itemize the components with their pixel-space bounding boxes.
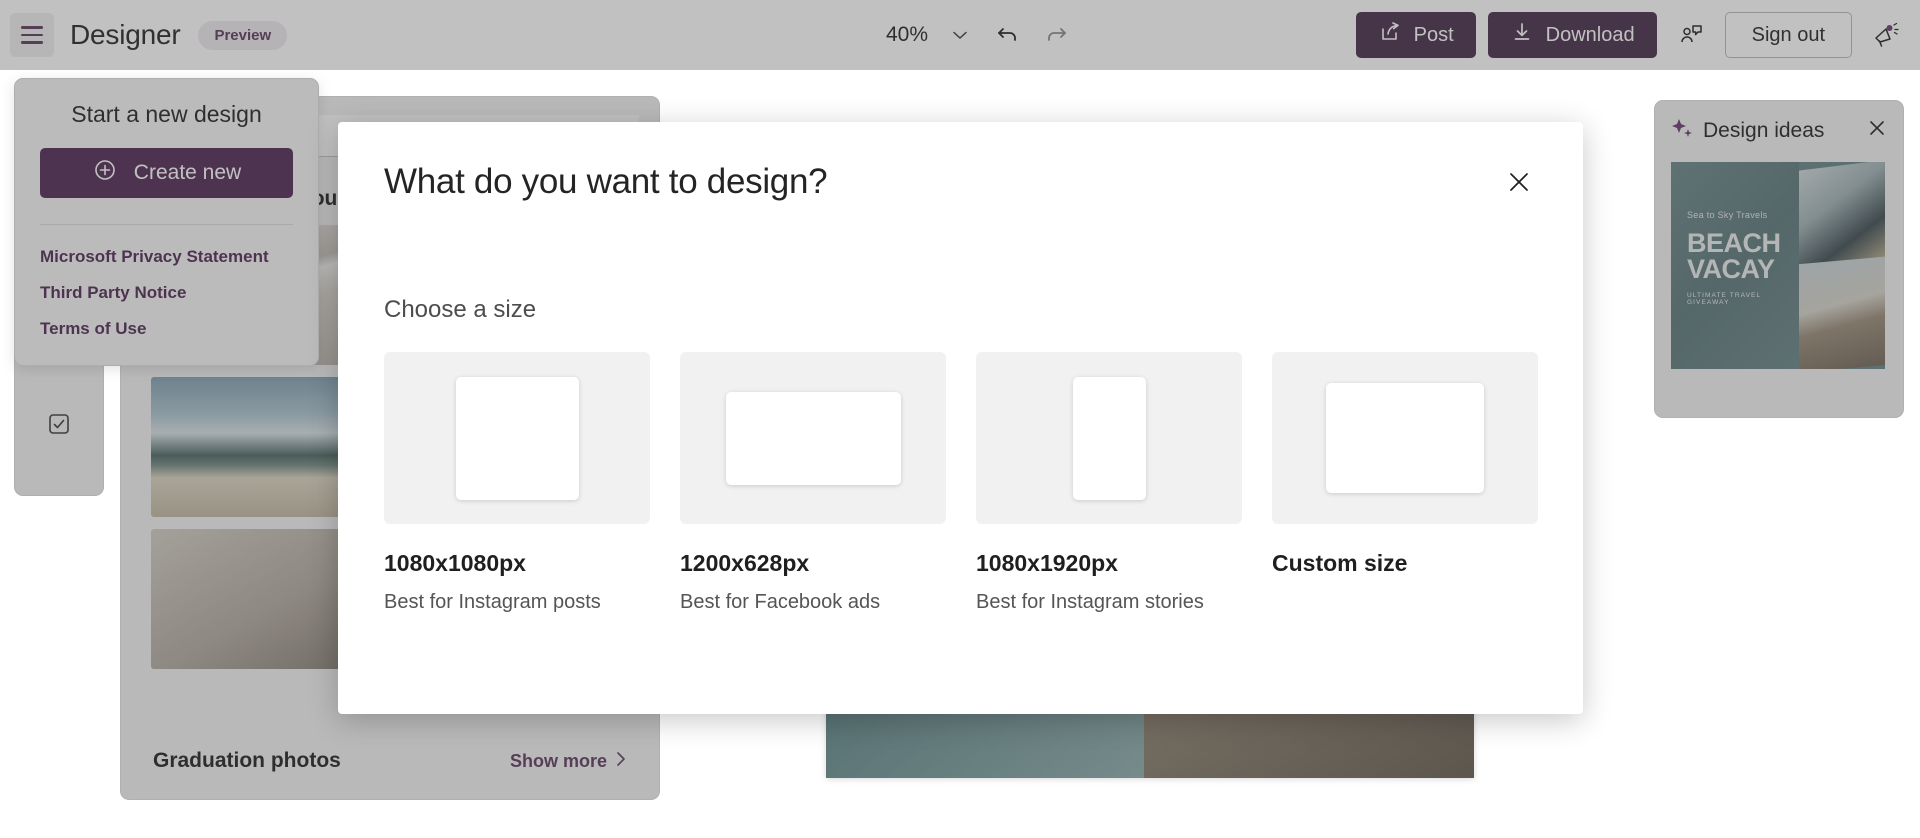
chevron-down-icon[interactable] <box>938 13 982 57</box>
size-card-description <box>1272 591 1538 615</box>
download-button[interactable]: Download <box>1488 12 1657 58</box>
terms-of-use-link[interactable]: Terms of Use <box>40 319 293 339</box>
show-more-link[interactable]: Show more <box>510 751 627 772</box>
size-card-description: Best for Instagram posts <box>384 591 650 615</box>
idea-text-block: Sea to Sky Travels BEACH VACAY ULTIMATE … <box>1671 162 1799 369</box>
hamburger-bar <box>21 26 43 28</box>
app-root: Designer Preview 40% <box>0 0 1920 838</box>
size-card-custom[interactable]: Custom size <box>1272 352 1538 615</box>
create-new-button[interactable]: Create new <box>40 148 293 198</box>
hamburger-bar <box>21 41 43 43</box>
size-preview-rect <box>1326 383 1484 493</box>
photo-tile[interactable] <box>151 377 341 517</box>
feedback-person-icon[interactable] <box>1669 13 1713 57</box>
idea-brand: Sea to Sky Travels <box>1687 210 1799 220</box>
undo-icon[interactable] <box>986 13 1030 57</box>
size-card-1080x1080[interactable]: 1080x1080px Best for Instagram posts <box>384 352 650 615</box>
download-button-label: Download <box>1546 24 1635 47</box>
idea-subtitle: ULTIMATE TRAVEL GIVEAWAY <box>1687 292 1799 306</box>
create-new-label: Create new <box>134 161 241 185</box>
megaphone-icon[interactable] <box>1864 13 1908 57</box>
size-options-grid: 1080x1080px Best for Instagram posts 120… <box>384 352 1537 615</box>
flyout-divider <box>40 224 293 225</box>
third-party-notice-link[interactable]: Third Party Notice <box>40 283 293 303</box>
size-card-1200x628[interactable]: 1200x628px Best for Facebook ads <box>680 352 946 615</box>
size-preview-rect <box>1073 377 1146 500</box>
size-card-description: Best for Instagram stories <box>976 591 1242 615</box>
design-ideas-header: Design ideas <box>1671 117 1887 144</box>
design-ideas-panel: Design ideas Sea to Sky Travels BEACH VA… <box>1654 100 1904 418</box>
hamburger-icon[interactable] <box>10 13 54 57</box>
flyout-title: Start a new design <box>40 101 293 128</box>
design-ideas-title: Design ideas <box>1703 119 1857 143</box>
zoom-level-value[interactable]: 40% <box>880 19 934 51</box>
size-thumbnail <box>680 352 946 524</box>
choose-a-size-label: Choose a size <box>384 296 1537 324</box>
size-thumbnail <box>384 352 650 524</box>
size-preview-rect <box>456 377 579 500</box>
app-title: Designer <box>70 19 180 51</box>
size-thumbnail <box>976 352 1242 524</box>
close-icon[interactable] <box>1497 160 1541 204</box>
sparkle-icon <box>1671 117 1693 144</box>
idea-headline-line1: BEACH <box>1687 230 1799 256</box>
close-icon[interactable] <box>1867 118 1887 143</box>
plus-circle-icon <box>92 157 118 189</box>
size-card-name: 1080x1920px <box>976 550 1242 577</box>
photo-tile[interactable] <box>151 529 341 669</box>
checkbox-check-icon[interactable] <box>42 407 76 441</box>
preview-badge[interactable]: Preview <box>198 21 287 50</box>
design-idea-thumbnail[interactable]: Sea to Sky Travels BEACH VACAY ULTIMATE … <box>1671 162 1885 369</box>
sign-out-button[interactable]: Sign out <box>1725 12 1852 58</box>
size-preview-rect <box>726 392 901 485</box>
download-icon <box>1510 20 1534 50</box>
size-card-description: Best for Facebook ads <box>680 591 946 615</box>
post-button-label: Post <box>1414 24 1454 47</box>
size-card-name: 1200x628px <box>680 550 946 577</box>
choose-design-modal: What do you want to design? Choose a siz… <box>338 122 1583 714</box>
show-more-label: Show more <box>510 751 607 772</box>
start-new-design-flyout: Start a new design Create new Microsoft … <box>14 78 319 366</box>
redo-icon[interactable] <box>1034 13 1078 57</box>
privacy-statement-link[interactable]: Microsoft Privacy Statement <box>40 247 293 267</box>
size-card-name: Custom size <box>1272 550 1538 577</box>
idea-headline: BEACH VACAY <box>1687 230 1799 283</box>
idea-headline-line2: VACAY <box>1687 256 1799 282</box>
post-button[interactable]: Post <box>1356 12 1476 58</box>
top-bar-actions: Post Download <box>1356 12 1908 58</box>
modal-title: What do you want to design? <box>384 162 1537 202</box>
share-icon <box>1378 20 1402 50</box>
chevron-right-icon <box>615 751 627 772</box>
hamburger-bar <box>21 34 43 36</box>
gallery-footer: Graduation photos Show more <box>121 749 659 773</box>
top-command-bar: Designer Preview 40% <box>0 0 1920 70</box>
size-card-1080x1920[interactable]: 1080x1920px Best for Instagram stories <box>976 352 1242 615</box>
gallery-footer-title: Graduation photos <box>153 749 341 773</box>
size-thumbnail <box>1272 352 1538 524</box>
size-card-name: 1080x1080px <box>384 550 650 577</box>
zoom-controls: 40% <box>880 13 1078 57</box>
